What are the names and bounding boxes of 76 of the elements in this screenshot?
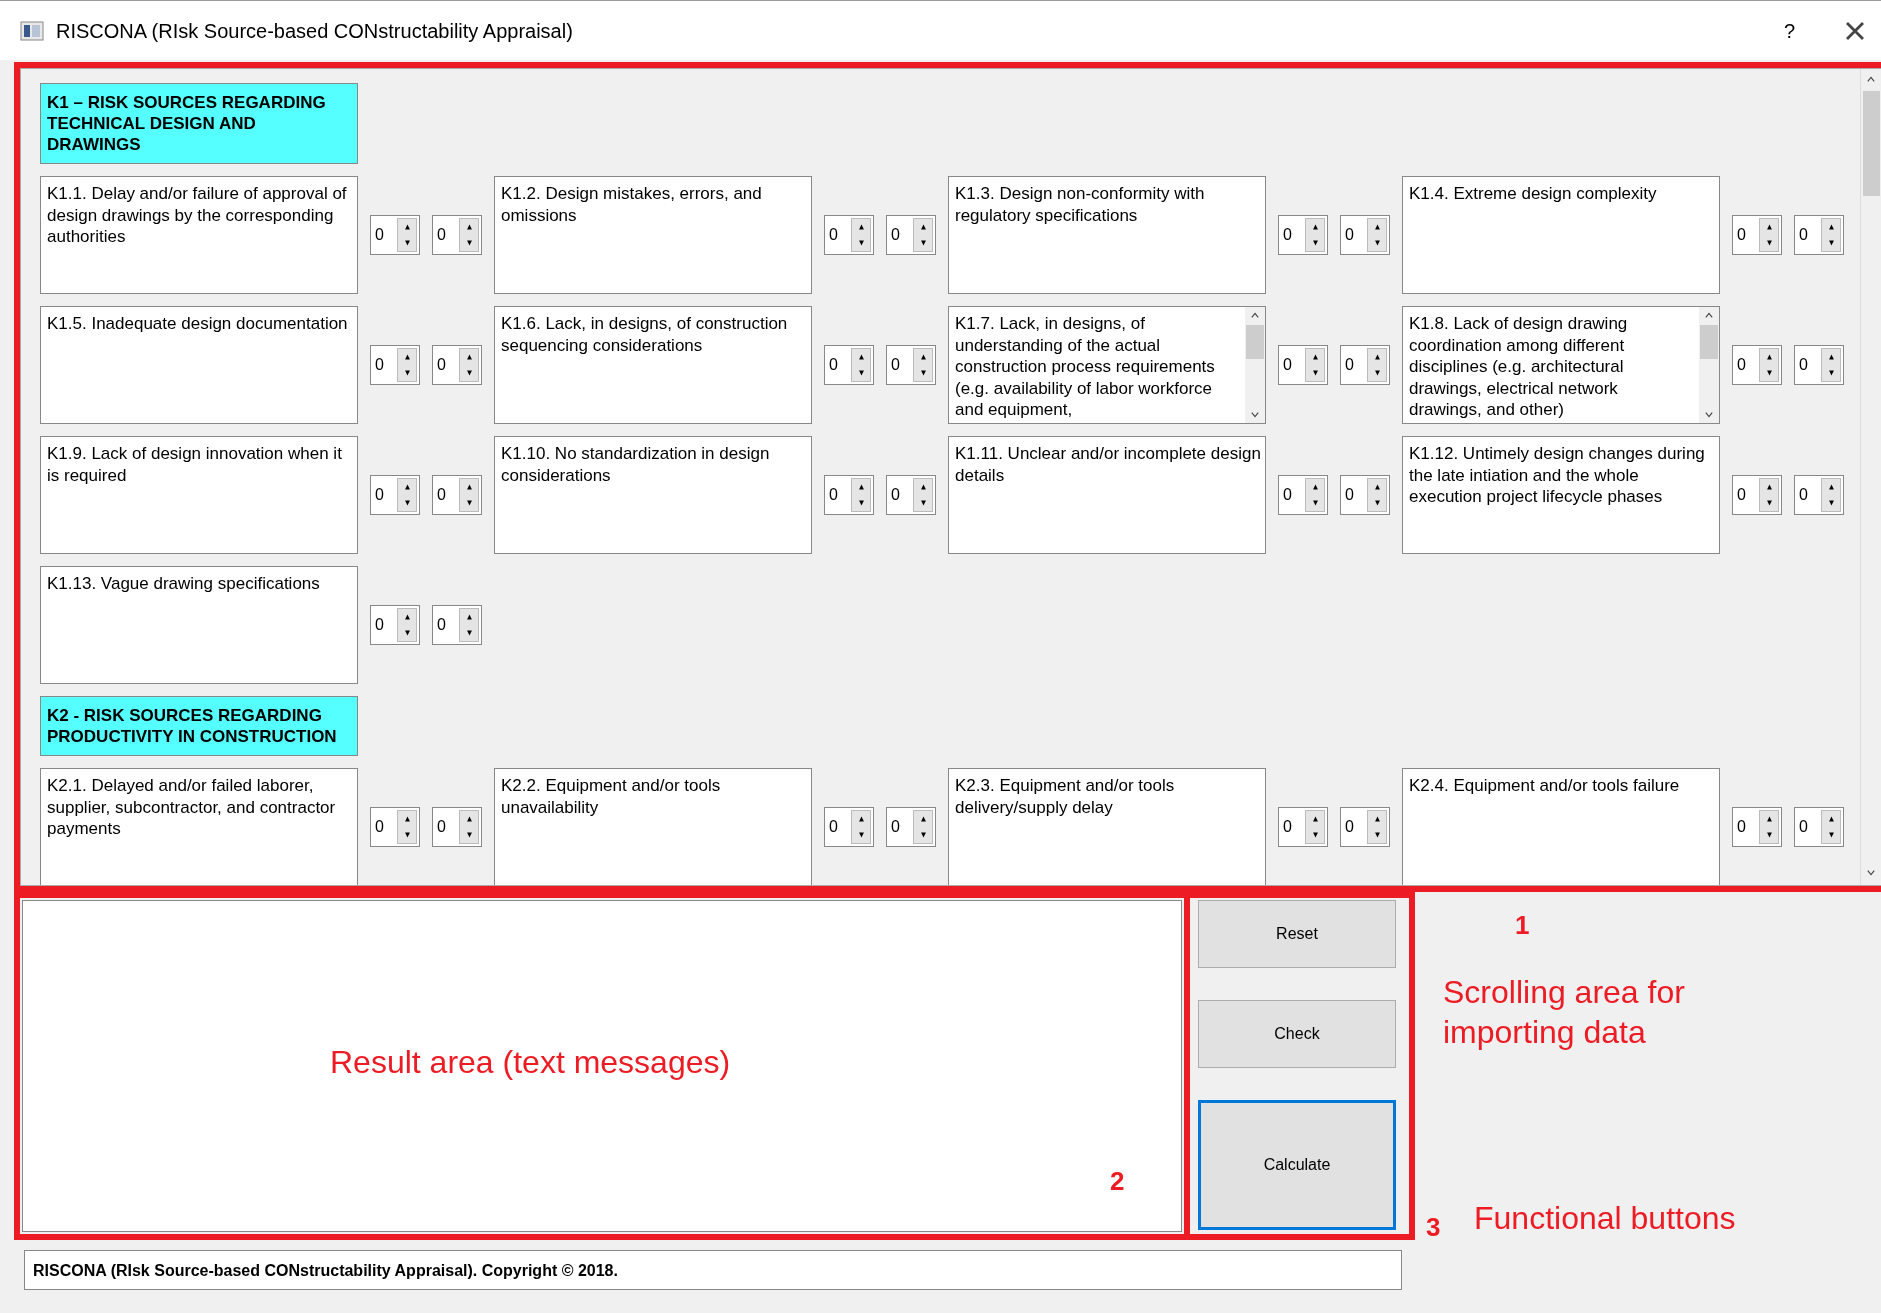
spin-box[interactable]: 0 (1278, 475, 1328, 515)
risk-description: K1.6. Lack, in designs, of construction sequencing considerations (500, 313, 789, 357)
scroll-down-icon (1865, 869, 1877, 877)
risk-description: K1.1. Delay and/or failure of approval of design drawings by the corresponding authorities (46, 183, 348, 249)
spin-box[interactable]: 0 (824, 345, 874, 385)
category-header: K1 – RISK SOURCES REGARDING TECHNICAL DESIGN AND DRAWINGS (40, 83, 358, 164)
spin-box[interactable]: 0 (370, 807, 420, 847)
spin-box[interactable]: 0 (432, 215, 482, 255)
annotation-label: Scrolling area for importing data (1443, 973, 1686, 1052)
spin-box[interactable]: 0 (1340, 807, 1390, 847)
spin-box[interactable]: 0 (824, 215, 874, 255)
spin-box[interactable]: 0 (1732, 345, 1782, 385)
annotation-label: Functional buttons (1474, 1199, 1736, 1238)
spin-box[interactable]: 0 (1278, 807, 1328, 847)
action-button[interactable]: Check (1198, 1000, 1396, 1068)
spin-box[interactable]: 0 (1278, 215, 1328, 255)
spin-box[interactable]: 0 (886, 345, 936, 385)
category-header: K2 - RISK SOURCES REGARDING PRODUCTIVITY IN CONSTRUCTION (40, 696, 358, 756)
annotation-number: 1 (1515, 909, 1530, 942)
spin-box[interactable]: 0 (370, 475, 420, 515)
risk-description: K1.8. Lack of design drawing coordination among different disciplines (e.g. architectural drawings, electrical network drawings, and other) (1408, 313, 1629, 422)
scroll-thumb[interactable] (1700, 325, 1718, 359)
spin-box[interactable]: 0 (1340, 475, 1390, 515)
risk-description: K1.4. Extreme design complexity (1408, 183, 1658, 205)
risk-description: K1.5. Inadequate design documentation (46, 313, 349, 335)
scroll-up-icon (1865, 75, 1877, 83)
spin-box[interactable]: 0 (1794, 345, 1844, 385)
risk-description: K2.4. Equipment and/or tools failure (1408, 775, 1681, 797)
risk-description: K1.10. No standardization in design considerations (500, 443, 771, 487)
spin-box[interactable]: 0 (432, 475, 482, 515)
spin-box[interactable]: 0 (886, 215, 936, 255)
risk-description: K1.7. Lack, in designs, of understanding of the actual construction process requirements (e.g. availability of labor workforce and equipment, (954, 313, 1216, 422)
window-title: RISCONA (RIsk Source-based CONstructability Appraisal) (56, 18, 574, 44)
annotation-number: 2 (1110, 1165, 1125, 1198)
spin-box[interactable]: 0 (1278, 345, 1328, 385)
spin-box[interactable]: 0 (370, 215, 420, 255)
risk-description: K1.9. Lack of design innovation when it is required (46, 443, 343, 487)
risk-description: K1.13. Vague drawing specifications (46, 573, 321, 595)
scroll-thumb[interactable] (1862, 91, 1880, 196)
spin-box[interactable]: 0 (1794, 215, 1844, 255)
spin-box[interactable]: 0 (1794, 475, 1844, 515)
risk-description: K1.11. Unclear and/or incomplete design details (954, 443, 1262, 487)
risk-description: K2.2. Equipment and/or tools unavailability (500, 775, 722, 819)
spin-box[interactable]: 0 (432, 345, 482, 385)
scroll-up-icon (1703, 311, 1715, 319)
annotation-label: Result area (text messages) (330, 1043, 731, 1082)
risk-description: K2.3. Equipment and/or tools delivery/supply delay (954, 775, 1176, 819)
risk-description: K1.12. Untimely design changes during the late intiation and the whole execution project lifecycle phases (1408, 443, 1706, 509)
risk-description: K2.1. Delayed and/or failed laborer, supplier, subcontractor, and contractor payments (46, 775, 337, 841)
spin-box[interactable]: 0 (370, 605, 420, 645)
spin-box[interactable]: 0 (432, 807, 482, 847)
spin-box[interactable]: 0 (886, 807, 936, 847)
spin-box[interactable]: 0 (432, 605, 482, 645)
annotation-number: 3 (1426, 1211, 1441, 1244)
help-button[interactable]: ? (1783, 15, 1795, 46)
spin-box[interactable]: 0 (1732, 475, 1782, 515)
scroll-up-icon (1249, 311, 1261, 319)
spin-box[interactable]: 0 (1340, 345, 1390, 385)
spin-box[interactable]: 0 (824, 807, 874, 847)
spin-box[interactable]: 0 (886, 475, 936, 515)
scroll-down-icon (1249, 411, 1261, 419)
scroll-down-icon (1703, 411, 1715, 419)
spin-box[interactable]: 0 (1340, 215, 1390, 255)
status-bar: RISCONA (RIsk Source-based CONstructability Appraisal). Copyright © 2018. (24, 1250, 1402, 1290)
risk-description: K1.3. Design non-conformity with regulatory specifications (954, 183, 1206, 227)
spin-box[interactable]: 0 (1732, 215, 1782, 255)
scroll-thumb[interactable] (1246, 325, 1264, 359)
action-button[interactable]: Calculate (1198, 1100, 1396, 1230)
spin-box[interactable]: 0 (1732, 807, 1782, 847)
close-icon[interactable] (1845, 20, 1865, 41)
action-button[interactable]: Reset (1198, 900, 1396, 968)
spin-box[interactable]: 0 (370, 345, 420, 385)
risk-description: K1.2. Design mistakes, errors, and omissions (500, 183, 763, 227)
spin-box[interactable]: 0 (824, 475, 874, 515)
app-icon (20, 20, 44, 41)
spin-box[interactable]: 0 (1794, 807, 1844, 847)
